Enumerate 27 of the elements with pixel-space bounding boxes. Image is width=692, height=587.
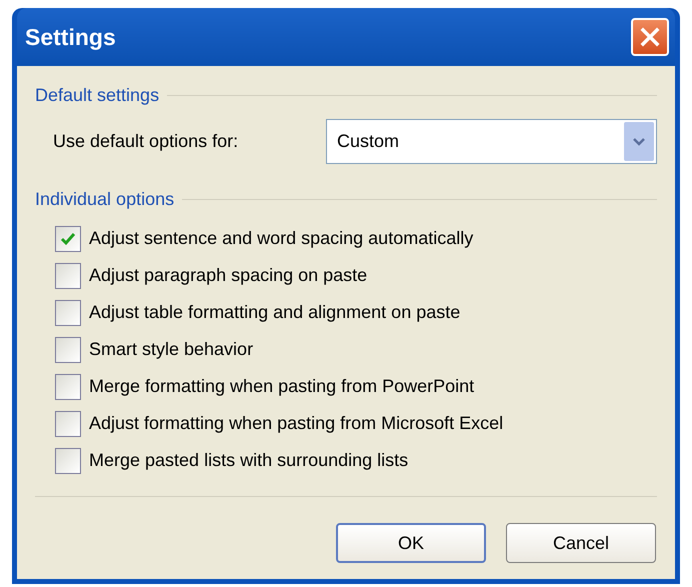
checkbox-label: Adjust formatting when pasting from Microsoft Excel [89, 412, 504, 435]
window-title: Settings [25, 22, 116, 52]
checkbox[interactable] [55, 226, 81, 252]
checkbox[interactable] [55, 374, 81, 400]
checkbox[interactable] [55, 300, 81, 326]
checkmark-icon [60, 232, 76, 246]
default-options-dropdown[interactable]: Custom [326, 119, 657, 164]
dialog-button[interactable]: OK [336, 523, 486, 563]
checkbox-label: Smart style behavior [89, 338, 254, 361]
checkbox-label: Adjust sentence and word spacing automatically [89, 227, 474, 250]
checkbox-label: Adjust paragraph spacing on paste [89, 264, 368, 287]
checkbox-label: Adjust table formatting and alignment on paste [89, 301, 460, 324]
checkbox-label: Merge pasted lists with surrounding lists [89, 449, 408, 472]
close-icon [640, 27, 660, 47]
checkbox[interactable] [55, 448, 81, 474]
checkbox-label: Merge formatting when pasting from PowerPoint [89, 375, 474, 398]
close-button[interactable] [631, 18, 669, 56]
dropdown-arrow-button[interactable] [624, 122, 654, 161]
checkbox[interactable] [55, 336, 81, 362]
checkbox[interactable] [55, 262, 81, 288]
group-heading: Default settings [35, 84, 160, 107]
checkbox[interactable] [55, 410, 81, 436]
dialog-button[interactable]: Cancel [506, 523, 656, 563]
group-heading: Individual options [35, 188, 174, 211]
chevron-down-icon [632, 136, 646, 146]
default-options-label: Use default options for: [53, 130, 240, 153]
dropdown-value: Custom [337, 130, 400, 153]
